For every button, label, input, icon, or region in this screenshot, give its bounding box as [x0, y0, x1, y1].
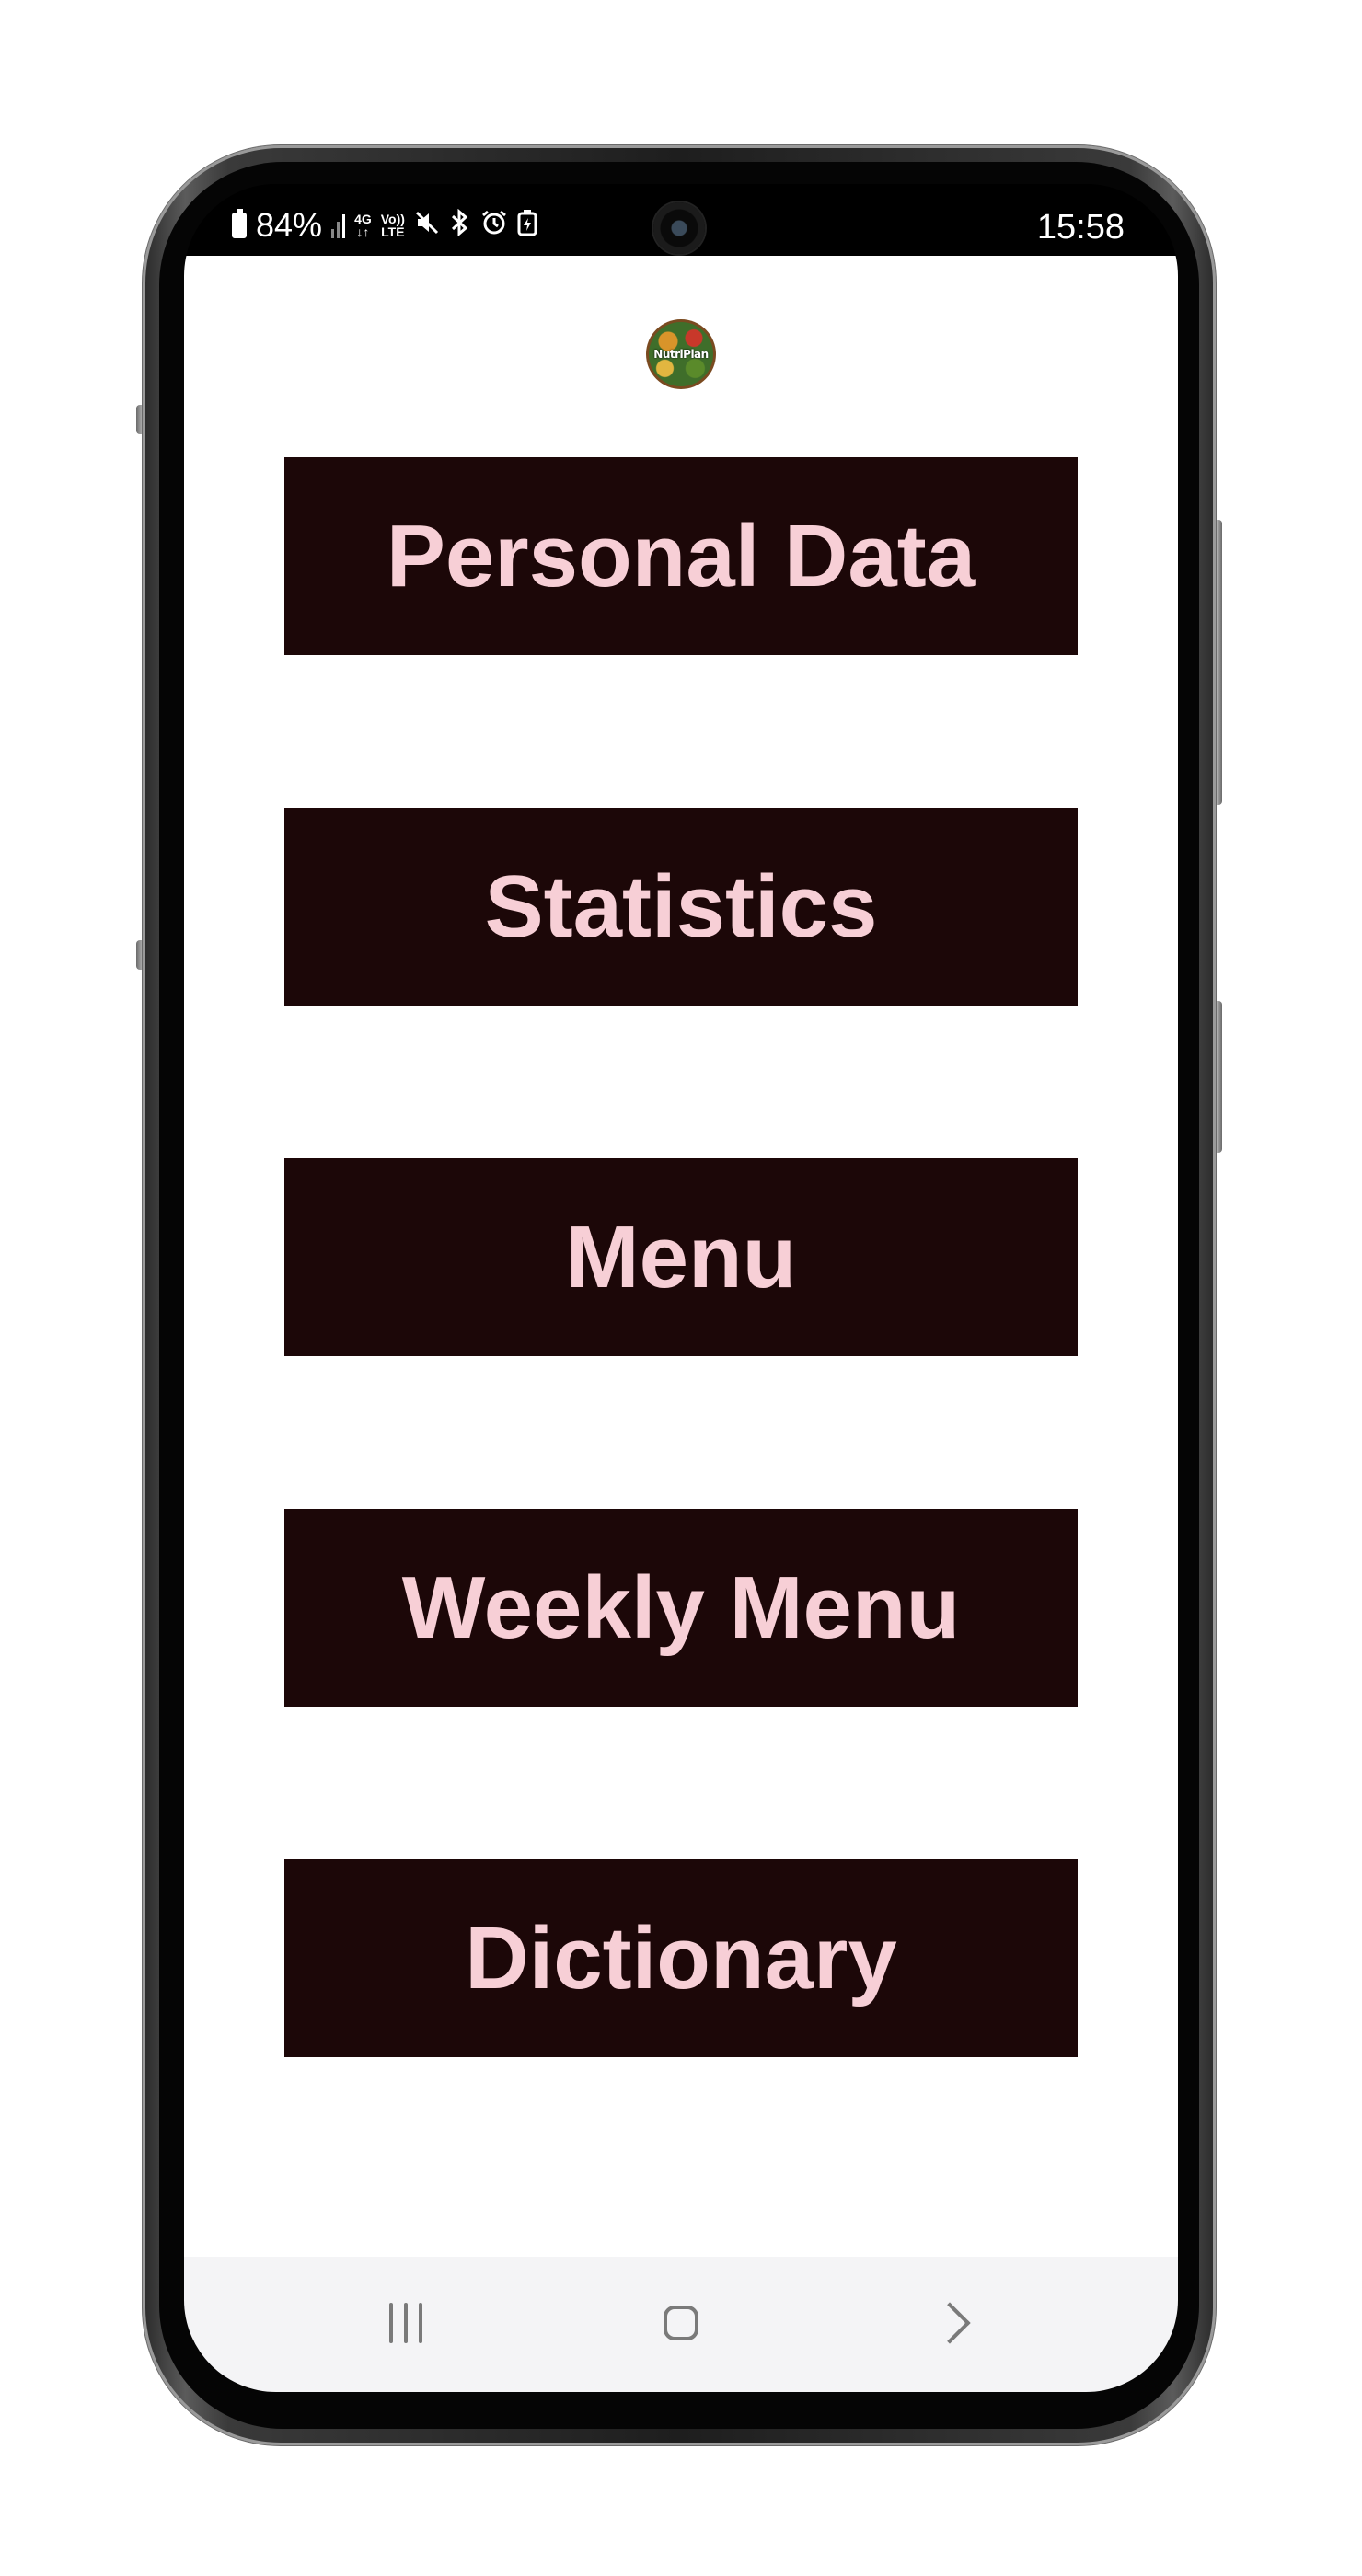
app-content: NutriPlan Personal Data Statistics Menu …: [184, 256, 1178, 2257]
data-arrows-icon: ↓↑: [356, 224, 370, 239]
volte-label-bottom: LTE: [381, 224, 405, 239]
status-time: 15:58: [1036, 208, 1125, 247]
status-indicators: 84% 4G ↓↑ Vo)) LTE: [232, 206, 537, 245]
recents-icon[interactable]: [383, 2301, 429, 2345]
bluetooth-icon: [449, 208, 471, 242]
battery-percent: 84%: [256, 206, 323, 244]
status-bar: 84% 4G ↓↑ Vo)) LTE 15:58: [184, 184, 1178, 256]
battery-icon: [232, 209, 247, 238]
alarm-icon: [480, 209, 508, 242]
network-4g-icon: 4G ↓↑: [354, 213, 372, 238]
device-mockup: 84% 4G ↓↑ Vo)) LTE 15:58 NutriPlan Perso…: [0, 0, 1362, 2576]
dictionary-button[interactable]: Dictionary: [284, 1859, 1078, 2057]
volte-icon: Vo)) LTE: [381, 213, 405, 238]
navigation-bar: [184, 2257, 1178, 2392]
network-type: 4G: [354, 212, 372, 226]
mute-icon: [414, 210, 440, 241]
volte-label-top: Vo)): [380, 212, 405, 226]
front-camera: [653, 202, 705, 254]
menu-button[interactable]: Menu: [284, 1158, 1078, 1356]
weekly-menu-button[interactable]: Weekly Menu: [284, 1509, 1078, 1707]
back-icon[interactable]: [929, 2301, 977, 2345]
nutriplan-logo: NutriPlan: [649, 322, 713, 386]
personal-data-button[interactable]: Personal Data: [284, 457, 1078, 655]
signal-icon: [331, 213, 346, 238]
battery-saver-icon: [517, 209, 537, 242]
phone-screen: 84% 4G ↓↑ Vo)) LTE 15:58 NutriPlan Perso…: [184, 184, 1178, 2392]
statistics-button[interactable]: Statistics: [284, 808, 1078, 1006]
logo-text: NutriPlan: [653, 348, 709, 361]
home-icon[interactable]: [658, 2301, 704, 2345]
